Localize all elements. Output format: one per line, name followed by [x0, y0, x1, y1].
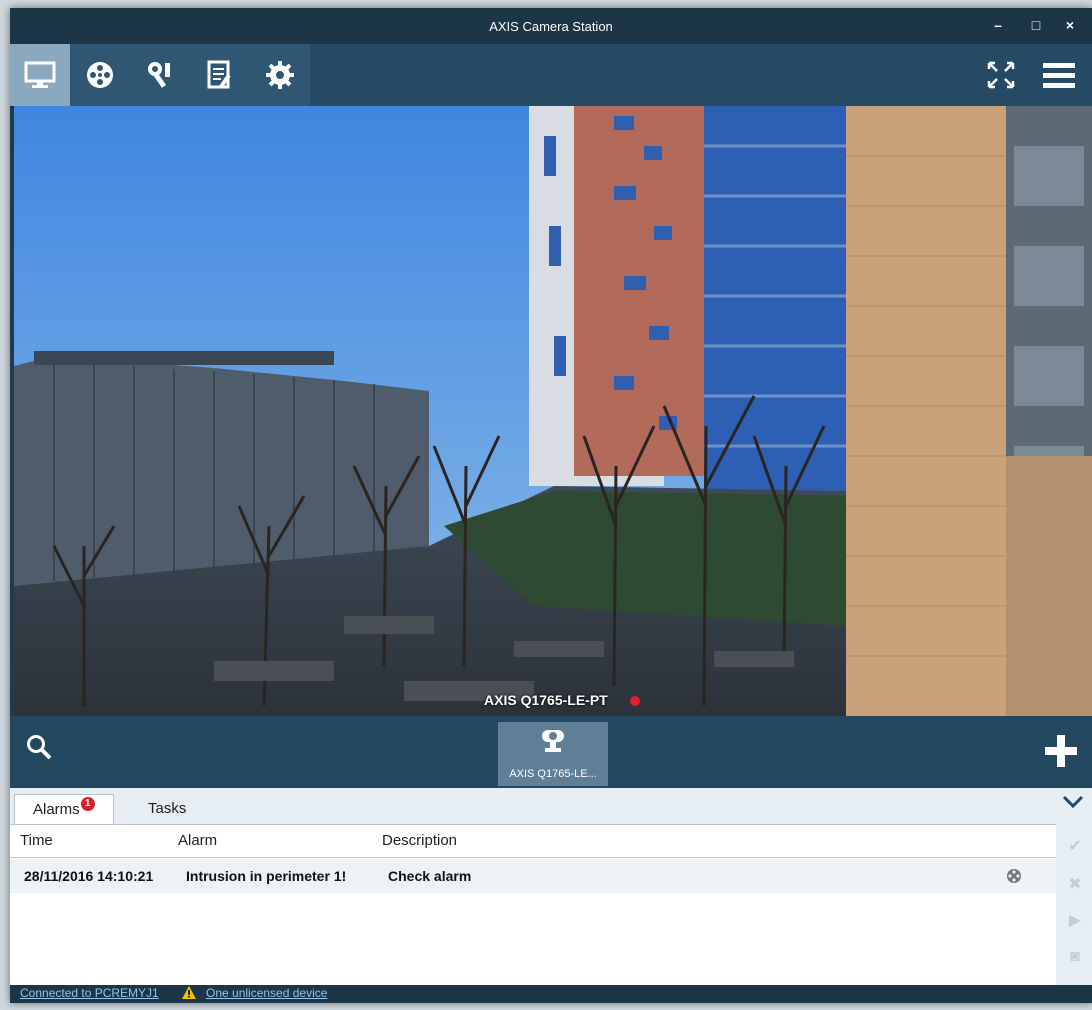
main-menu-button[interactable]	[1032, 44, 1086, 106]
monitor-icon	[24, 61, 56, 88]
alarms-table: Time Alarm Description 28/11/2016 14:10:…	[10, 824, 1056, 986]
play-button[interactable]: ▶	[1066, 912, 1084, 930]
recordings-button[interactable]	[70, 44, 130, 106]
close-icon: ✖	[1068, 876, 1082, 893]
alarms-panel: Alarms 1 Tasks Time Alarm Description 28/…	[10, 788, 1092, 986]
status-bar: Connected to PCREMYJ1 One unlicensed dev…	[10, 985, 1092, 1003]
column-time[interactable]: Time	[20, 825, 53, 857]
fullscreen-icon	[987, 61, 1015, 89]
search-icon	[27, 735, 52, 760]
record-icon: ◙	[1070, 948, 1080, 965]
gear-icon	[266, 61, 294, 89]
film-reel-icon	[1007, 869, 1021, 883]
table-header: Time Alarm Description	[10, 825, 1056, 858]
camera-view-tile[interactable]: AXIS Q1765-LE...	[498, 722, 608, 786]
close-button[interactable]: ×	[1058, 14, 1082, 36]
film-reel-icon	[87, 62, 113, 88]
ptz-camera-icon	[542, 730, 564, 752]
view-bar: AXIS Q1765-LE...	[10, 716, 1092, 788]
alarm-count-badge: 1	[80, 797, 95, 811]
alarm-description: Check alarm	[388, 868, 472, 884]
recording-indicator	[630, 696, 640, 706]
alarm-actions: ✔ ✖ ▶ ◙	[1058, 824, 1092, 985]
add-view-button[interactable]	[1044, 734, 1078, 773]
camera-name-overlay: AXIS Q1765-LE-PT	[484, 692, 608, 708]
tools-icon	[148, 62, 170, 88]
alarm-name: Intrusion in perimeter 1!	[186, 868, 347, 884]
column-alarm[interactable]: Alarm	[178, 825, 217, 857]
fullscreen-button[interactable]	[976, 44, 1026, 106]
camera-scene-image	[14, 106, 1092, 716]
menu-icon	[1043, 63, 1075, 88]
view-tile-label: AXIS Q1765-LE...	[509, 768, 597, 780]
play-icon: ▶	[1068, 912, 1082, 929]
app-window: AXIS Camera Station – □ × AXIS Q1765-LE-…	[10, 8, 1092, 1003]
maintenance-button[interactable]	[130, 44, 190, 106]
collapse-panel-button[interactable]	[1062, 794, 1084, 815]
tab-alarms-label: Alarms	[33, 801, 80, 818]
live-video-view[interactable]: AXIS Q1765-LE-PT	[14, 106, 1092, 716]
notes-icon	[207, 60, 231, 89]
connected-server-link[interactable]: Connected to PCREMYJ1	[20, 986, 159, 1000]
column-description[interactable]: Description	[382, 825, 457, 857]
tab-alarms[interactable]: Alarms 1	[14, 794, 114, 825]
settings-button[interactable]	[250, 44, 310, 106]
procedure-button[interactable]: ◙	[1066, 948, 1084, 966]
warning-icon	[182, 986, 196, 1002]
alarm-time: 28/11/2016 14:10:21	[24, 868, 154, 884]
plus-icon	[1045, 735, 1077, 767]
check-icon: ✔	[1068, 838, 1082, 855]
title-bar[interactable]: AXIS Camera Station – □ ×	[10, 8, 1092, 44]
main-toolbar	[10, 44, 1092, 108]
minimize-button[interactable]: –	[986, 14, 1010, 36]
chevron-down-icon	[1062, 795, 1084, 809]
unlicensed-device-link[interactable]: One unlicensed device	[206, 986, 327, 1000]
tab-tasks[interactable]: Tasks	[130, 794, 204, 824]
window-title: AXIS Camera Station	[489, 19, 613, 34]
acknowledge-button[interactable]: ✔	[1066, 838, 1084, 856]
panel-tabs: Alarms 1 Tasks	[10, 788, 1060, 825]
logs-button[interactable]	[190, 44, 250, 106]
live-view-button[interactable]	[10, 44, 70, 106]
dismiss-button[interactable]: ✖	[1066, 876, 1084, 894]
view-recording-link[interactable]	[1006, 868, 1022, 887]
maximize-button[interactable]: □	[1024, 14, 1048, 36]
search-button[interactable]	[26, 734, 52, 765]
tab-tasks-label: Tasks	[148, 800, 187, 817]
table-row[interactable]: 28/11/2016 14:10:21 Intrusion in perimet…	[10, 859, 1056, 893]
